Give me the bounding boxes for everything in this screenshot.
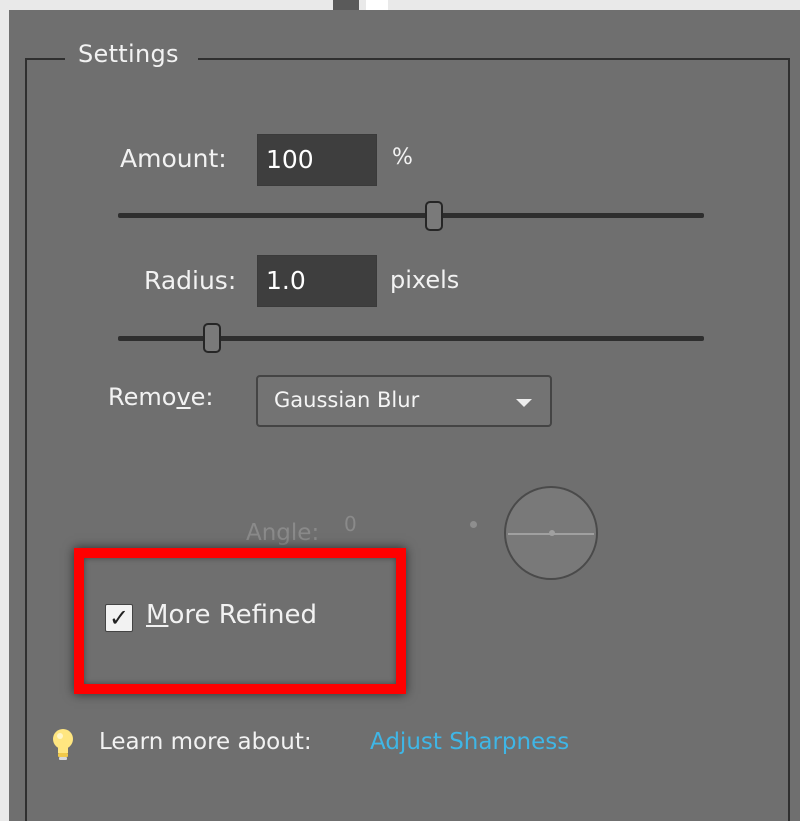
amount-input[interactable]: 100 — [257, 134, 377, 186]
radius-unit: pixels — [390, 266, 460, 294]
amount-slider-track[interactable] — [118, 213, 704, 218]
top-strip — [0, 0, 800, 10]
radius-label: Radius: — [144, 266, 237, 295]
radius-input[interactable]: 1.0 — [257, 255, 377, 307]
learn-more-text: Learn more about: — [99, 729, 312, 755]
remove-dropdown-value: Gaussian Blur — [274, 388, 420, 412]
angle-dial[interactable] — [504, 486, 598, 580]
fieldset-border-right — [788, 58, 790, 821]
amount-slider-thumb[interactable] — [425, 201, 444, 231]
chevron-down-icon — [516, 399, 532, 407]
remove-label: Remove: — [108, 383, 214, 411]
fieldset-border-top — [25, 58, 65, 60]
angle-dial-hub — [549, 530, 555, 536]
settings-legend: Settings — [78, 40, 179, 68]
radius-slider-thumb[interactable] — [202, 323, 221, 353]
lightbulb-icon — [53, 729, 73, 760]
more-refined-checkbox[interactable]: ✓ — [105, 604, 133, 632]
fieldset-border-left — [25, 58, 27, 821]
top-tab-dark — [333, 0, 359, 10]
remove-dropdown[interactable]: Gaussian Blur — [256, 375, 552, 427]
angle-label: Angle: — [246, 520, 320, 546]
amount-label: Amount: — [120, 144, 227, 173]
window-left-edge — [0, 10, 9, 821]
fieldset-border-top — [198, 58, 788, 60]
amount-unit: % — [392, 145, 413, 170]
adjust-sharpness-link[interactable]: Adjust Sharpness — [370, 729, 569, 755]
top-tab-light — [366, 0, 388, 10]
angle-dot-icon — [470, 521, 477, 528]
angle-value: 0 — [344, 512, 357, 536]
more-refined-label[interactable]: More Refined — [146, 600, 317, 630]
